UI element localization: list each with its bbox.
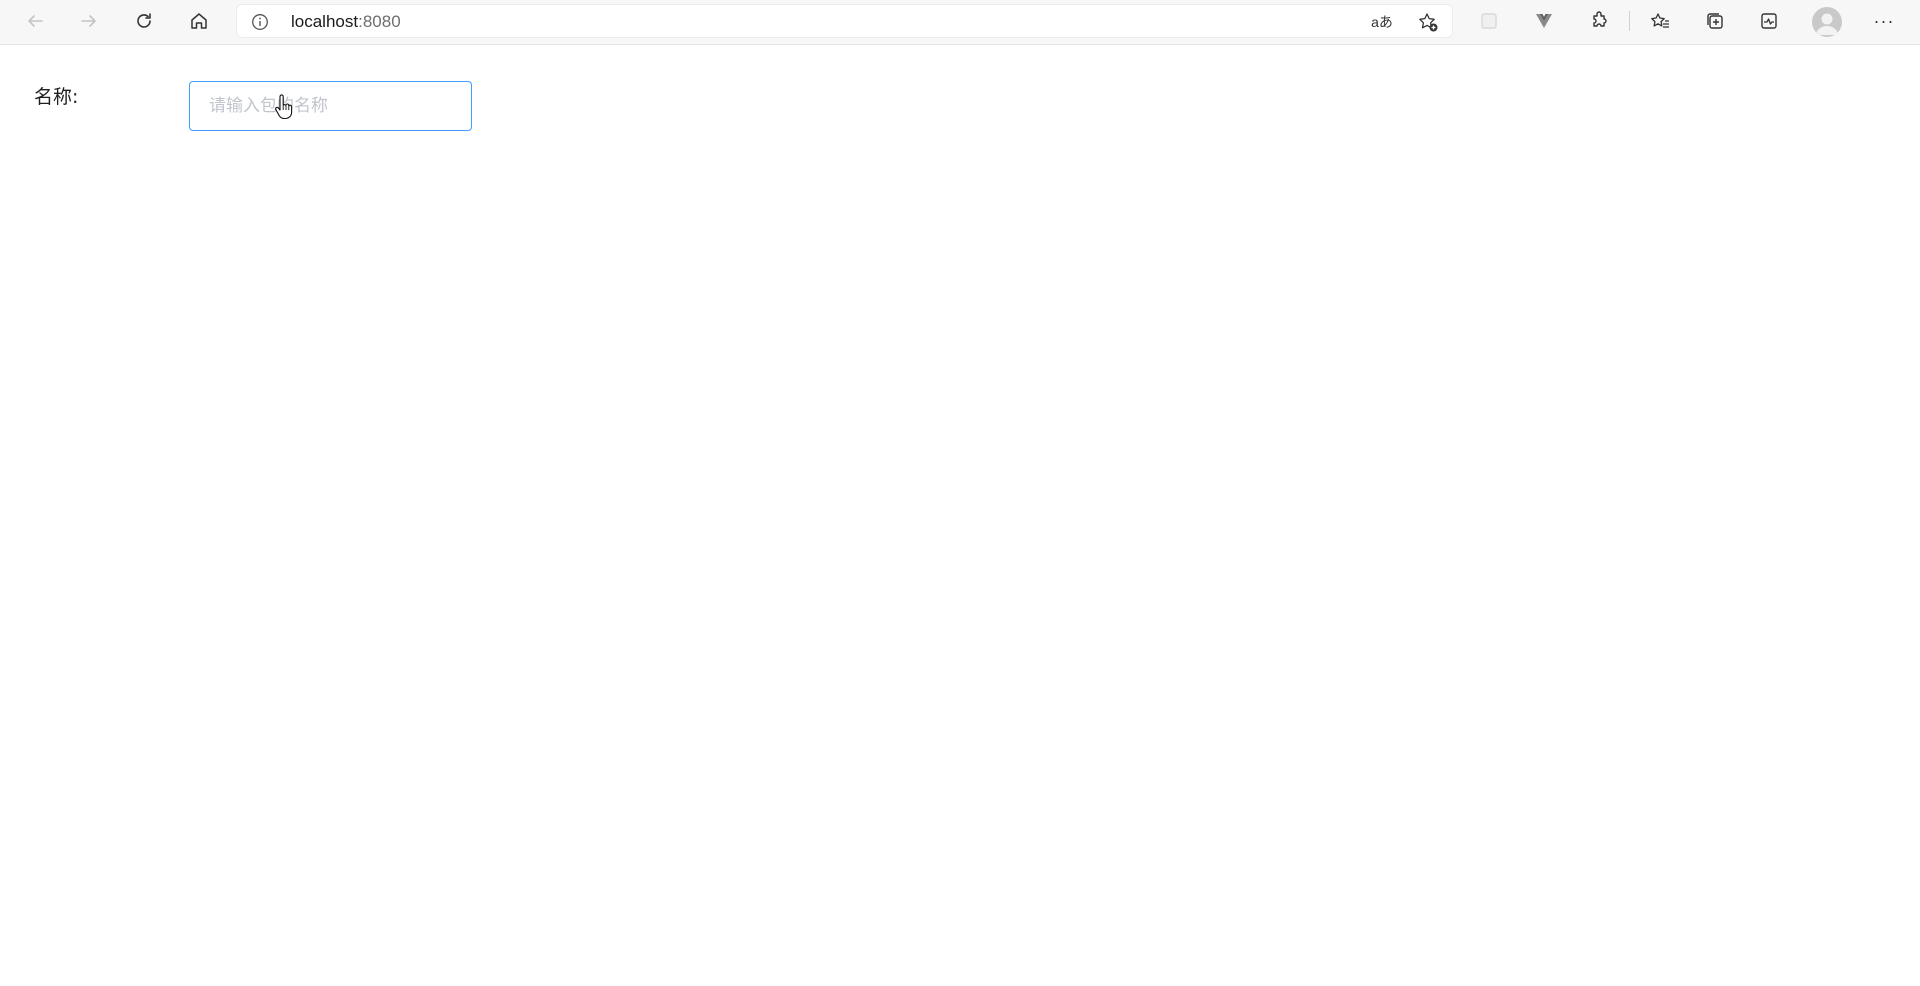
menu-button[interactable]: ··· (1867, 6, 1901, 36)
address-bar[interactable]: localhost:8080 aあ (236, 4, 1453, 38)
info-icon[interactable] (251, 13, 269, 31)
extensions-button[interactable] (1582, 6, 1616, 36)
ellipsis-icon: ··· (1873, 10, 1895, 31)
url-host: localhost (291, 12, 359, 31)
extension-placeholder-button[interactable] (1472, 6, 1506, 36)
browser-essentials-button[interactable] (1752, 6, 1786, 36)
vue-devtools-button[interactable] (1527, 6, 1561, 36)
refresh-icon (137, 13, 151, 28)
collections-button[interactable] (1698, 6, 1732, 36)
add-favorite-button[interactable] (1417, 12, 1439, 32)
browser-toolbar: localhost:8080 aあ ··· (0, 0, 1920, 45)
url-port: :8080 (358, 12, 401, 31)
star-list-icon (1651, 13, 1669, 28)
star-plus-icon (1419, 13, 1438, 32)
puzzle-icon (1593, 11, 1607, 27)
heart-pulse-icon (1761, 13, 1777, 29)
square-icon (1481, 13, 1497, 29)
toolbar-separator (1629, 11, 1630, 31)
read-aloud-icon[interactable]: aあ (1371, 12, 1393, 32)
forward-button[interactable] (72, 6, 106, 36)
vue-icon (1536, 14, 1552, 28)
home-icon (191, 13, 207, 29)
arrow-left-icon (28, 15, 43, 27)
name-input[interactable] (189, 81, 472, 131)
back-button[interactable] (18, 6, 52, 36)
collections-icon (1707, 13, 1723, 29)
user-icon (1816, 13, 1838, 35)
refresh-button[interactable] (127, 6, 161, 36)
profile-avatar[interactable] (1812, 7, 1842, 37)
home-button[interactable] (182, 6, 216, 36)
name-label: 名称: (34, 86, 79, 108)
address-url[interactable]: localhost:8080 (291, 13, 401, 31)
arrow-right-icon (81, 15, 96, 27)
favorites-button[interactable] (1643, 6, 1677, 36)
